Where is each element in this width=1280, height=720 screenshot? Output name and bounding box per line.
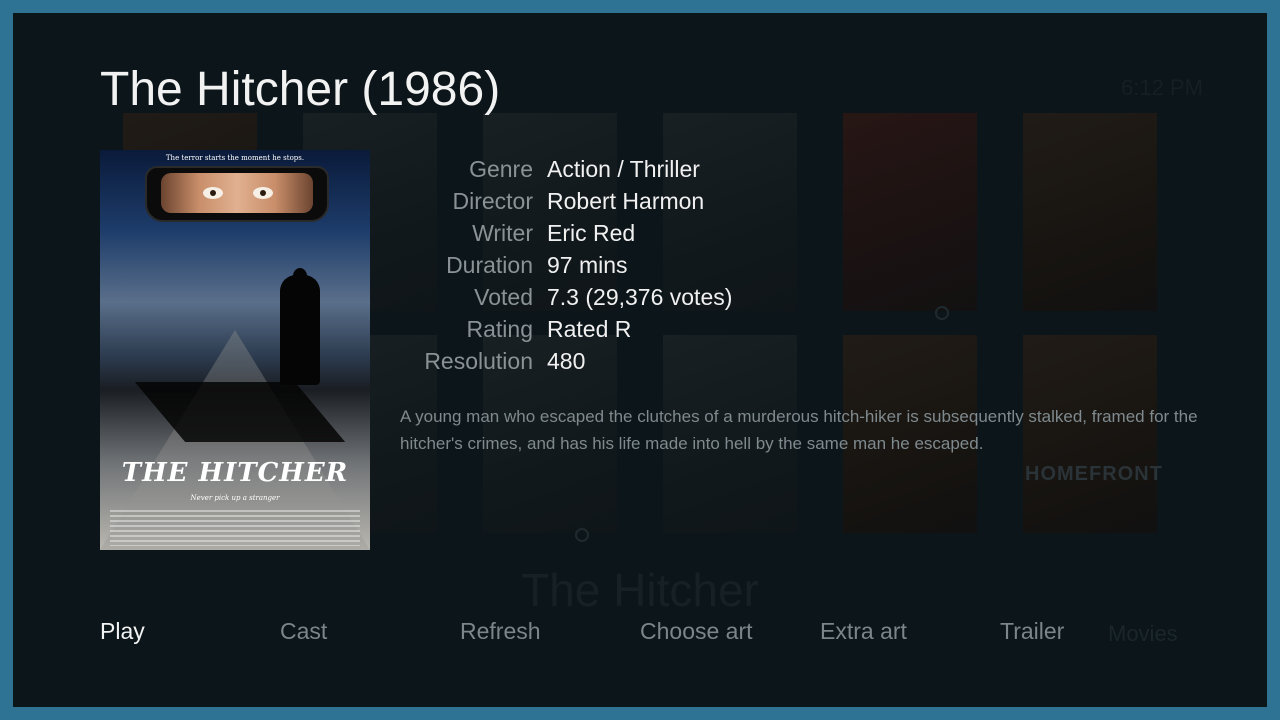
movie-info-dialog: HOMEFRONT The Hitcher 6:12 PM Movies The… bbox=[13, 13, 1267, 707]
detail-row-director: Director Robert Harmon bbox=[343, 185, 1043, 217]
detail-label: Director bbox=[452, 188, 533, 214]
detail-value: 7.3 (29,376 votes) bbox=[547, 284, 733, 310]
plot-summary: A young man who escaped the clutches of … bbox=[400, 407, 1198, 453]
detail-value: 480 bbox=[547, 348, 586, 374]
choose-art-button[interactable]: Choose art bbox=[640, 613, 753, 649]
detail-label: Resolution bbox=[424, 348, 533, 374]
poster-figure-image bbox=[280, 275, 320, 385]
detail-value: Rated R bbox=[547, 316, 632, 342]
poster-tagline: The terror starts the moment he stops. bbox=[165, 154, 305, 162]
detail-row-duration: Duration 97 mins bbox=[343, 249, 1043, 281]
detail-label: Rating bbox=[466, 316, 533, 342]
play-button[interactable]: Play bbox=[100, 613, 145, 649]
detail-label: Writer bbox=[472, 220, 533, 246]
detail-value: 97 mins bbox=[547, 252, 628, 278]
movie-title: The Hitcher (1986) bbox=[100, 63, 501, 116]
movie-poster: The terror starts the moment he stops. T… bbox=[100, 150, 370, 550]
detail-label: Duration bbox=[446, 252, 533, 278]
detail-label: Genre bbox=[469, 156, 533, 182]
detail-label: Voted bbox=[474, 284, 533, 310]
detail-row-rating: Rating Rated R bbox=[343, 313, 1043, 345]
clock: 6:12 PM bbox=[1121, 75, 1203, 100]
detail-row-writer: Writer Eric Red bbox=[343, 217, 1043, 249]
action-menu: Play Cast Refresh Choose art Extra art T… bbox=[13, 613, 1267, 653]
cast-button[interactable]: Cast bbox=[280, 613, 327, 649]
watched-indicator-icon bbox=[575, 528, 589, 542]
poster-credits-block bbox=[110, 510, 360, 546]
refresh-button[interactable]: Refresh bbox=[460, 613, 541, 649]
trailer-button[interactable]: Trailer bbox=[1000, 613, 1064, 649]
extra-art-button[interactable]: Extra art bbox=[820, 613, 907, 649]
detail-value: Robert Harmon bbox=[547, 188, 705, 214]
detail-row-resolution: Resolution 480 bbox=[343, 345, 1043, 377]
background-poster bbox=[1023, 113, 1157, 311]
background-title: The Hitcher bbox=[521, 564, 759, 616]
poster-mirror-image bbox=[145, 166, 329, 222]
poster-logo: THE HITCHER bbox=[121, 458, 349, 488]
background-poster-text: HOMEFRONT bbox=[1025, 463, 1163, 485]
poster-subtag: Never pick up a stranger bbox=[190, 494, 280, 502]
detail-row-genre: Genre Action / Thriller bbox=[343, 153, 1043, 185]
detail-value: Action / Thriller bbox=[547, 156, 700, 182]
detail-row-voted: Voted 7.3 (29,376 votes) bbox=[343, 281, 1043, 313]
detail-value: Eric Red bbox=[547, 220, 636, 246]
